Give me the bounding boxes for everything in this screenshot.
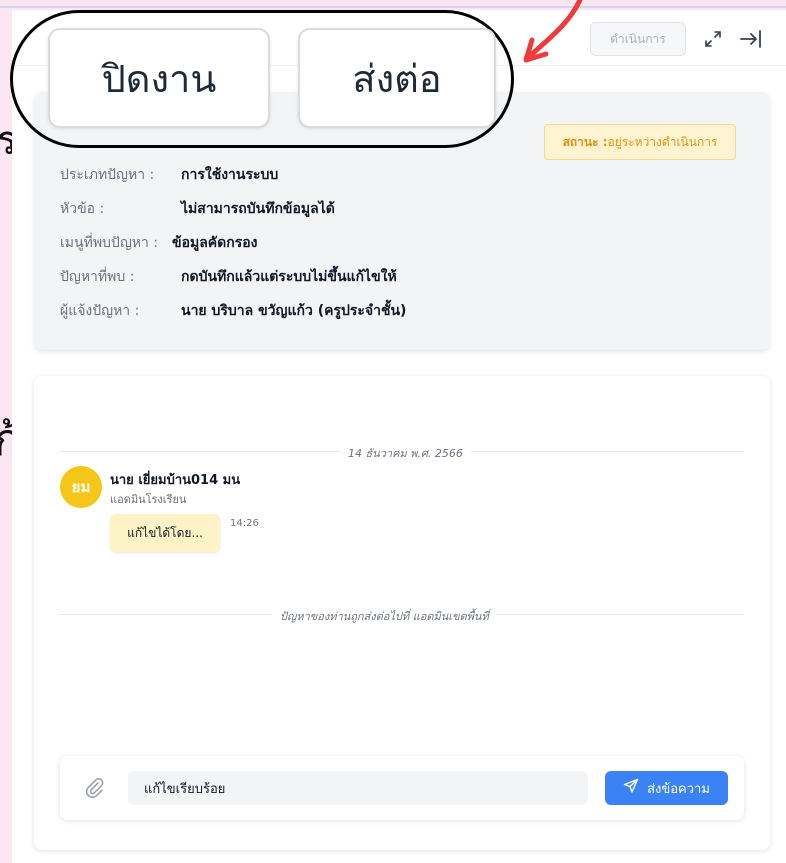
field-value: นาย บริบาล ขวัญแก้ว (ครูประจำชั้น)	[181, 303, 407, 319]
avatar: ยม	[60, 466, 102, 508]
send-icon	[623, 778, 639, 798]
send-message-button[interactable]: ส่งข้อความ	[605, 771, 728, 805]
field-label: ประเภทปัญหา :	[60, 167, 155, 183]
red-arrow-icon	[523, 0, 583, 63]
attach-icon[interactable]	[84, 776, 104, 800]
sender-role: แอดมินโรงเรียน	[110, 493, 187, 506]
info-row-type: ประเภทปัญหา : การใช้งานระบบ	[60, 164, 278, 186]
field-label: ปัญหาที่พบ :	[60, 269, 135, 285]
message-time: 14:26	[230, 518, 259, 529]
info-row-reporter: ผู้แจ้งปัญหา : นาย บริบาล ขวัญแก้ว (ครูป…	[60, 300, 406, 322]
field-value: ข้อมูลคัดกรอง	[172, 235, 258, 251]
message-bubble: แก้ไขได้โดย...	[110, 514, 220, 552]
chat-card: 14 ธันวาคม พ.ศ. 2566 ยม นาย เยี่ยมบ้าน01…	[34, 376, 770, 850]
status-badge-value: อยู่ระหว่างดำเนินการ	[607, 134, 718, 149]
window-top-edge	[0, 0, 786, 8]
message-composer: ส่งข้อความ	[60, 756, 744, 820]
close-ticket-button[interactable]: ปิดงาน	[48, 28, 270, 128]
collapse-right-icon[interactable]	[738, 27, 764, 51]
message-input[interactable]	[128, 771, 588, 805]
info-row-subject: หัวข้อ : ไม่สามารถบันทึกข้อมูลได้	[60, 198, 335, 220]
field-label: หัวข้อ :	[60, 201, 105, 217]
send-button-label: ส่งข้อความ	[647, 781, 710, 797]
info-row-problem: ปัญหาที่พบ : กดบันทึกแล้วแต่ระบบไม่ขึ้นแ…	[60, 266, 397, 288]
system-note: ปัญหาของท่านถูกส่งต่อไปที่ แอดมินเขตพื้น…	[272, 607, 497, 625]
status-action-button[interactable]: ดำเนินการ	[590, 22, 686, 56]
sender-name: นาย เยี่ยมบ้าน014 มน	[110, 473, 241, 488]
field-value: การใช้งานระบบ	[181, 167, 279, 183]
expand-icon[interactable]	[702, 28, 724, 50]
field-value: ไม่สามารถบันทึกข้อมูลได้	[181, 201, 335, 217]
status-badge-label: สถานะ :	[562, 134, 608, 149]
field-label: ผู้แจ้งปัญหา :	[60, 303, 140, 319]
status-badge: สถานะ : อยู่ระหว่างดำเนินการ	[544, 124, 736, 160]
forward-ticket-button[interactable]: ส่งต่อ	[298, 28, 496, 128]
info-row-menu: เมนูที่พบปัญหา : ข้อมูลคัดกรอง	[60, 232, 257, 254]
field-value: กดบันทึกแล้วแต่ระบบไม่ขึ้นแก้ไขให้	[181, 269, 397, 285]
date-divider: 14 ธันวาคม พ.ศ. 2566	[340, 444, 471, 462]
field-label: เมนูที่พบปัญหา :	[60, 235, 158, 251]
